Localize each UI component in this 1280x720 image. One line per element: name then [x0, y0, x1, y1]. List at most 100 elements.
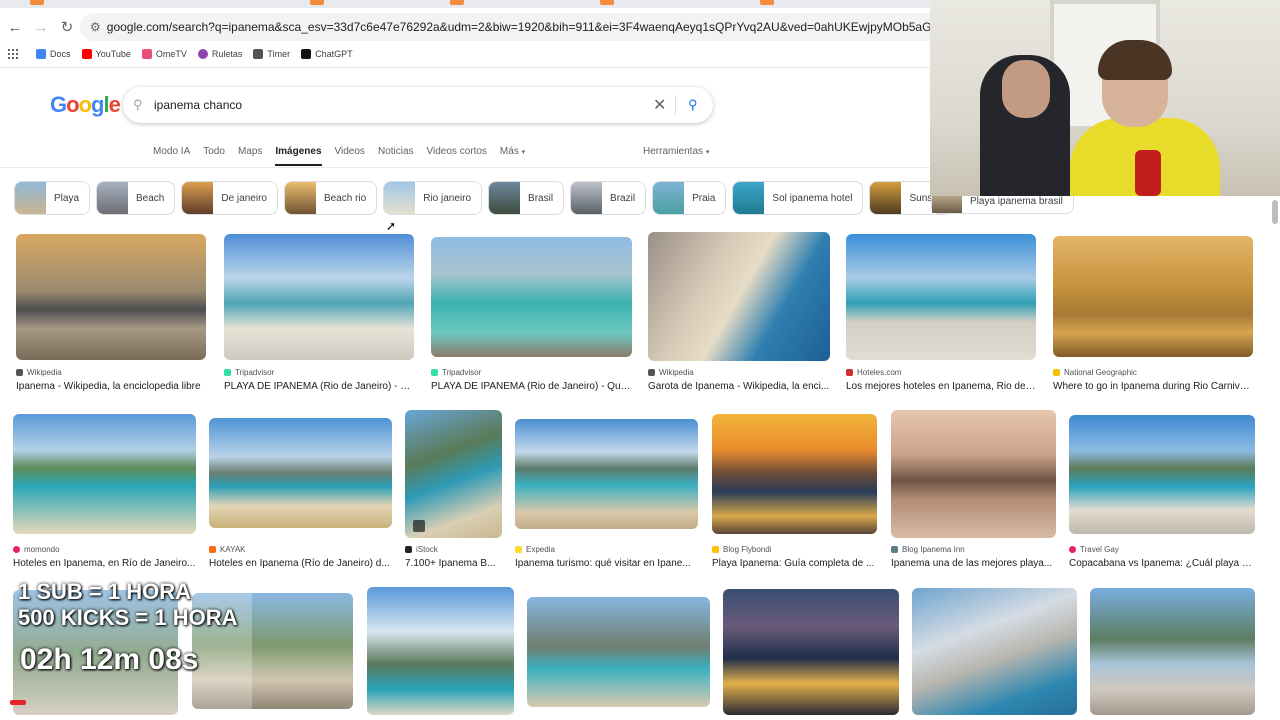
- result-source[interactable]: Wikipedia: [648, 368, 694, 377]
- result-title[interactable]: Ipanema una de las mejores playa...: [891, 558, 1056, 569]
- image-result[interactable]: Wikipedia Garota de Ipanema - Wikipedia,…: [648, 232, 830, 394]
- result-source[interactable]: KAYAK: [209, 545, 246, 554]
- apps-grid-icon[interactable]: [8, 49, 18, 59]
- tab-todo[interactable]: Todo: [203, 140, 225, 166]
- result-source[interactable]: Tripadvisor: [224, 368, 274, 377]
- image-result[interactable]: Tripadvisor PLAYA DE IPANEMA (Rio de Jan…: [224, 234, 414, 394]
- result-title[interactable]: Hoteles en Ipanema, en Río de Janeiro...: [13, 558, 196, 569]
- result-title[interactable]: Copacabana vs Ipanema: ¿Cuál playa e...: [1069, 558, 1255, 569]
- back-icon[interactable]: ←: [2, 19, 28, 36]
- result-source[interactable]: Blog Ipanema Inn: [891, 545, 965, 554]
- tab-noticias[interactable]: Noticias: [378, 140, 414, 166]
- result-thumbnail[interactable]: [431, 237, 632, 357]
- result-title[interactable]: Los mejores hoteles en Ipanema, Rio de .…: [846, 381, 1036, 392]
- image-result[interactable]: iStock 7.100+ Ipanema B...: [405, 410, 502, 574]
- bookmark-docs[interactable]: Docs: [36, 49, 71, 59]
- browser-tab[interactable]: [450, 0, 464, 5]
- result-thumbnail[interactable]: [527, 597, 710, 707]
- result-source[interactable]: Blog Flybondi: [712, 545, 771, 554]
- result-thumbnail[interactable]: [723, 589, 899, 715]
- result-thumbnail[interactable]: [1069, 415, 1255, 534]
- image-result[interactable]: Travel Gay Copacabana vs Ipanema: ¿Cuál …: [1069, 415, 1255, 574]
- result-source[interactable]: Wikipedia: [16, 368, 62, 377]
- chip-sol-ipanema-hotel[interactable]: Sol ipanema hotel: [732, 181, 864, 215]
- result-source[interactable]: Hoteles.com: [846, 368, 901, 377]
- image-result[interactable]: National Geographic Where to go in Ipane…: [1053, 236, 1253, 394]
- result-title[interactable]: Ipanema turismo: qué visitar en Ipane...: [515, 558, 698, 569]
- browser-tab[interactable]: [30, 0, 44, 5]
- result-source[interactable]: momondo: [13, 545, 60, 554]
- result-thumbnail[interactable]: [515, 419, 698, 529]
- result-title[interactable]: Playa Ipanema: Guía completa de ...: [712, 558, 877, 569]
- tab-modo-ia[interactable]: Modo IA: [153, 140, 190, 166]
- bookmark-ruletas[interactable]: Ruletas: [197, 49, 242, 59]
- result-title[interactable]: PLAYA DE IPANEMA (Rio de Janeiro) - Qué.…: [431, 381, 632, 392]
- result-thumbnail[interactable]: [405, 410, 502, 538]
- page-scrollbar[interactable]: [1272, 200, 1278, 224]
- search-box[interactable]: ⚲ ipanema chanco ✕ ⚲: [123, 87, 713, 123]
- url-bar[interactable]: ⚙ google.com/search?q=ipanema&sca_esv=33…: [80, 13, 931, 41]
- forward-icon[interactable]: →: [28, 19, 54, 36]
- browser-tab[interactable]: [600, 0, 614, 5]
- clear-icon[interactable]: ✕: [653, 95, 666, 115]
- reload-icon[interactable]: ↻: [54, 18, 80, 36]
- tools-menu[interactable]: Herramientas ▾: [643, 146, 709, 157]
- chip-praia[interactable]: Praia: [652, 181, 727, 215]
- result-title[interactable]: Garota de Ipanema - Wikipedia, la enci..…: [648, 381, 830, 392]
- image-result[interactable]: Tripadvisor PLAYA DE IPANEMA (Rio de Jan…: [431, 234, 632, 394]
- result-thumbnail[interactable]: [367, 587, 514, 715]
- chip-beach[interactable]: Beach: [96, 181, 176, 215]
- result-title[interactable]: Ipanema - Wikipedia, la enciclopedia lib…: [16, 381, 206, 392]
- result-source[interactable]: Tripadvisor: [431, 368, 481, 377]
- search-input[interactable]: ipanema chanco: [154, 98, 242, 112]
- bookmark-ometv[interactable]: OmeTV: [141, 49, 187, 59]
- image-result[interactable]: momondo Hoteles en Ipanema, en Río de Ja…: [13, 414, 196, 574]
- result-thumbnail[interactable]: [13, 414, 196, 534]
- result-thumbnail[interactable]: [912, 588, 1077, 715]
- result-source[interactable]: Expedia: [515, 545, 555, 554]
- result-title[interactable]: Hoteles en Ipanema (Río de Janeiro) d...: [209, 558, 392, 569]
- result-thumbnail[interactable]: [1053, 236, 1253, 357]
- result-thumbnail[interactable]: [224, 234, 414, 360]
- image-result[interactable]: Hoteles.com Los mejores hoteles en Ipane…: [846, 234, 1036, 394]
- result-title[interactable]: PLAYA DE IPANEMA (Rio de Janeiro) - Q...: [224, 381, 414, 392]
- result-thumbnail[interactable]: [891, 410, 1056, 538]
- chip-beach-rio[interactable]: Beach rio: [283, 181, 378, 215]
- result-source[interactable]: Travel Gay: [1069, 545, 1119, 554]
- chip-brazil[interactable]: Brazil: [570, 181, 647, 215]
- search-submit-icon[interactable]: ⚲: [688, 97, 698, 113]
- result-source[interactable]: National Geographic: [1053, 368, 1137, 377]
- result-thumbnail[interactable]: [1090, 588, 1255, 715]
- image-result[interactable]: Expedia Ipanema turismo: qué visitar en …: [515, 419, 698, 574]
- tab-maps[interactable]: Maps: [238, 140, 262, 166]
- browser-tab[interactable]: [760, 0, 774, 5]
- tab-mas[interactable]: Más ▾: [500, 140, 525, 166]
- result-thumbnail[interactable]: [712, 414, 877, 534]
- site-info-icon[interactable]: ⚙: [90, 20, 101, 34]
- tab-videos[interactable]: Videos: [335, 140, 365, 166]
- image-result[interactable]: Wikipedia Ipanema - Wikipedia, la encicl…: [16, 234, 206, 394]
- bookmark-youtube[interactable]: YouTube: [81, 49, 131, 59]
- result-title[interactable]: Where to go in Ipanema during Rio Carniv…: [1053, 381, 1253, 392]
- image-result[interactable]: Blog Ipanema Inn Ipanema una de las mejo…: [891, 410, 1056, 574]
- bookmark-timer[interactable]: Timer: [253, 49, 290, 59]
- image-result[interactable]: KAYAK Hoteles en Ipanema (Río de Janeiro…: [209, 418, 392, 574]
- result-source[interactable]: iStock: [405, 545, 438, 554]
- tab-imagenes[interactable]: Imágenes: [275, 140, 322, 166]
- browser-tab[interactable]: [310, 0, 324, 5]
- bookmark-chatgpt[interactable]: ChatGPT: [301, 49, 353, 59]
- result-thumbnail[interactable]: [209, 418, 392, 528]
- chip-playa[interactable]: Playa: [14, 181, 91, 215]
- result-title[interactable]: 7.100+ Ipanema B...: [405, 558, 502, 569]
- chip-brasil[interactable]: Brasil: [488, 181, 565, 215]
- result-thumbnail[interactable]: [846, 234, 1036, 360]
- chip-de-janeiro[interactable]: De janeiro: [181, 181, 278, 215]
- chip-rio-janeiro[interactable]: Rio janeiro: [383, 181, 483, 215]
- chip-playa-ipanema-brasil[interactable]: Playa ipanema brasil: [931, 196, 1074, 214]
- tab-videos-cortos[interactable]: Videos cortos: [427, 140, 487, 166]
- result-thumbnail[interactable]: [16, 234, 206, 360]
- result-thumbnail[interactable]: [648, 232, 830, 361]
- image-result[interactable]: Blog Flybondi Playa Ipanema: Guía comple…: [712, 414, 877, 574]
- google-logo[interactable]: Google: [50, 92, 121, 118]
- browser-tab-strip[interactable]: [0, 0, 931, 8]
